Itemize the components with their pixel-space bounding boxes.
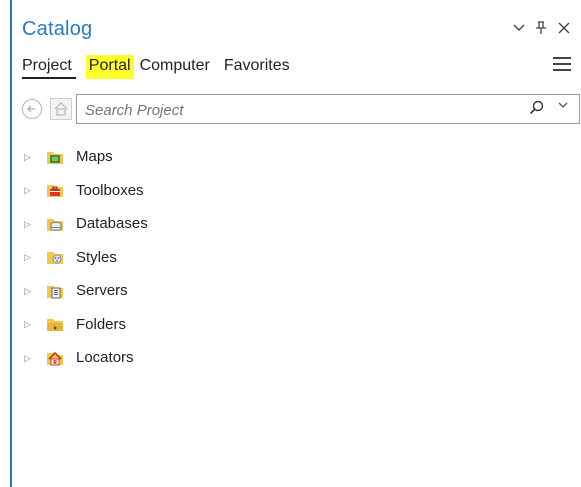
search-icon[interactable] (529, 100, 545, 116)
tree-item-label: Folders (76, 315, 127, 333)
expand-arrow-icon[interactable]: ▷ (24, 353, 34, 363)
tree-item-maps[interactable]: ▷ Maps (24, 140, 148, 174)
expand-arrow-icon[interactable]: ▷ (24, 185, 34, 195)
pane-title-bar: Catalog (22, 18, 577, 46)
tree-item-folders[interactable]: ▷ Folders (24, 308, 148, 342)
expand-arrow-icon[interactable]: ▷ (24, 219, 34, 229)
maps-folder-icon (46, 149, 64, 165)
catalog-pane: Catalog Project Portal Computer Favorite… (12, 0, 581, 487)
tree-item-databases[interactable]: ▷ Databases (24, 207, 148, 241)
search-box (76, 94, 580, 124)
tree-item-label: Databases (76, 215, 148, 233)
home-icon[interactable] (50, 98, 72, 120)
tree-item-label: Servers (76, 282, 128, 300)
pane-left-border (0, 0, 12, 487)
pane-title: Catalog (22, 18, 93, 40)
expand-arrow-icon[interactable]: ▷ (24, 152, 34, 162)
expand-arrow-icon[interactable]: ▷ (24, 319, 34, 329)
styles-folder-icon (46, 249, 64, 265)
tab-computer[interactable]: Computer (140, 55, 216, 79)
expand-arrow-icon[interactable]: ▷ (24, 286, 34, 296)
catalog-tree: ▷ Maps ▷ Toolboxes ▷ Databases ▷ Styles … (24, 140, 148, 375)
collapse-chevron-icon[interactable] (513, 20, 525, 36)
servers-folder-icon (46, 283, 64, 299)
tab-favorites[interactable]: Favorites (224, 55, 296, 79)
pin-icon[interactable] (535, 20, 547, 38)
search-options-chevron-icon[interactable] (557, 99, 569, 113)
tree-item-locators[interactable]: ▷ Locators (24, 341, 148, 375)
tree-item-toolboxes[interactable]: ▷ Toolboxes (24, 174, 148, 208)
tree-item-label: Styles (76, 248, 117, 266)
catalog-tabs: Project Portal Computer Favorites (22, 55, 304, 79)
tree-item-label: Toolboxes (76, 181, 144, 199)
toolbox-folder-icon (46, 182, 64, 198)
menu-icon[interactable] (553, 57, 571, 71)
tree-item-label: Maps (76, 148, 113, 166)
tab-project[interactable]: Project (22, 55, 76, 79)
close-icon[interactable] (557, 20, 571, 38)
tree-item-label: Locators (76, 349, 134, 367)
tree-item-styles[interactable]: ▷ Styles (24, 241, 148, 275)
title-controls (513, 20, 571, 38)
folders-folder-icon (46, 316, 64, 332)
tab-portal[interactable]: Portal (85, 55, 134, 79)
database-folder-icon (46, 216, 64, 232)
locators-folder-icon (46, 350, 64, 366)
tree-item-servers[interactable]: ▷ Servers (24, 274, 148, 308)
search-input[interactable] (83, 98, 507, 122)
back-arrow-icon[interactable] (22, 99, 42, 119)
navigation-bar (22, 94, 581, 124)
expand-arrow-icon[interactable]: ▷ (24, 252, 34, 262)
